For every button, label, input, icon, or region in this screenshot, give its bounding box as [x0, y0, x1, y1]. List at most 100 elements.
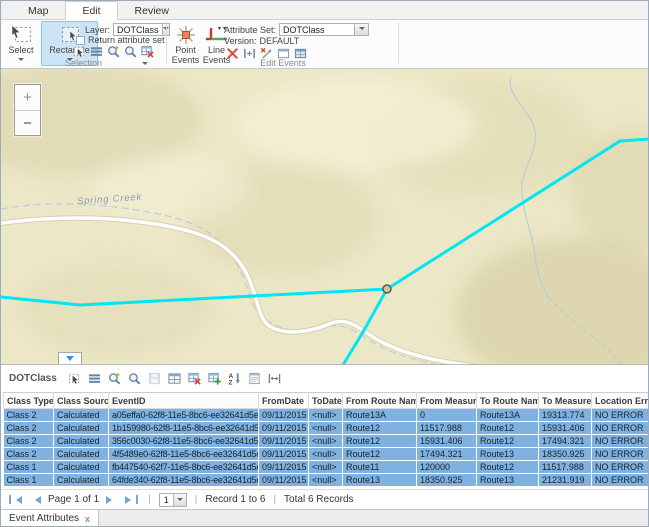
attribute-table: Class TypeClass SourceEventIDFromDateToD…: [3, 392, 649, 487]
table-row[interactable]: Class 2Calculateda05effa0-62f8-11e5-8bc6…: [4, 409, 649, 422]
table-cell: 09/11/2015: [259, 474, 309, 487]
save-icon[interactable]: [148, 372, 161, 385]
table-row[interactable]: Class 2Calculated4f5489e0-62f8-11e5-8bc6…: [4, 448, 649, 461]
table-cell: Calculated: [54, 435, 109, 448]
return-attribute-set-checkbox[interactable]: [76, 36, 85, 45]
table-cell: Calculated: [54, 474, 109, 487]
attribute-grid-wrap: Class TypeClass SourceEventIDFromDateToD…: [1, 392, 648, 487]
column-header[interactable]: FromDate: [259, 393, 309, 409]
attribute-grid-icon[interactable]: [168, 372, 181, 385]
select-cursor-icon: [9, 24, 33, 46]
selection-group-label: Selection: [1, 58, 166, 68]
zoom-selected-icon[interactable]: [108, 372, 121, 385]
table-cell: Class 2: [4, 448, 54, 461]
return-attribute-set-label: Return attribute set: [88, 35, 165, 45]
table-cell: 15931.406: [539, 422, 592, 435]
table-cell: 09/11/2015: [259, 461, 309, 474]
edit-events-group-label: Edit Events: [168, 58, 398, 68]
attribute-set-value: DOTClass: [280, 24, 354, 35]
table-cell: 09/11/2015: [259, 435, 309, 448]
panel-collapse-button[interactable]: [58, 352, 82, 364]
column-header[interactable]: To Route Name: [477, 393, 539, 409]
table-cell: fb447540-62f7-11e5-8bc6-ee32641d5ec9: [109, 461, 259, 474]
table-cell: Route12: [477, 435, 539, 448]
options-menu-icon[interactable]: [88, 372, 101, 385]
table-cell: NO ERROR: [592, 448, 649, 461]
select-features-icon[interactable]: [73, 45, 86, 58]
fit-columns-icon[interactable]: [268, 372, 281, 385]
table-cell: 1b159980-62f8-11e5-8bc6-ee32641d5ec9: [109, 422, 259, 435]
table-cell: 0: [417, 409, 477, 422]
zoom-out-button[interactable]: −: [15, 110, 40, 135]
page-number-select[interactable]: 1: [159, 493, 187, 507]
add-records-icon[interactable]: [208, 372, 221, 385]
table-cell: Class 1: [4, 461, 54, 474]
column-header[interactable]: From Measure: [417, 393, 477, 409]
delete-records-icon[interactable]: [188, 372, 201, 385]
version-value: DEFAULT: [260, 36, 300, 46]
table-cell: NO ERROR: [592, 435, 649, 448]
attribute-set-dropdown[interactable]: DOTClass: [279, 23, 369, 36]
table-row[interactable]: Class 2Calculated356c0030-62f8-11e5-8bc6…: [4, 435, 649, 448]
table-cell: <null>: [309, 435, 343, 448]
group-divider: [166, 23, 167, 63]
column-header[interactable]: Class Source: [54, 393, 109, 409]
map-zoom-control: + −: [14, 84, 41, 136]
first-page-button[interactable]: [7, 495, 24, 504]
page-number-value: 1: [160, 494, 173, 506]
table-cell: 11517.988: [539, 461, 592, 474]
group-divider: [398, 23, 399, 63]
table-cell: NO ERROR: [592, 474, 649, 487]
table-row[interactable]: Class 2Calculated1b159980-62f8-11e5-8bc6…: [4, 422, 649, 435]
form-view-icon[interactable]: [248, 372, 261, 385]
previous-page-button[interactable]: [29, 496, 43, 504]
table-cell: Class 2: [4, 435, 54, 448]
table-cell: Route12: [477, 422, 539, 435]
map-view[interactable]: Spring Creek + −: [1, 69, 649, 365]
table-cell: 18350.925: [539, 448, 592, 461]
table-cell: Route13: [477, 448, 539, 461]
table-row[interactable]: Class 1Calculatedfb447540-62f7-11e5-8bc6…: [4, 461, 649, 474]
point-events-icon: [174, 24, 198, 46]
column-header[interactable]: EventID: [109, 393, 259, 409]
pan-selected-icon[interactable]: [128, 372, 141, 385]
zoom-in-button[interactable]: +: [15, 85, 40, 110]
pan-to-selection-icon[interactable]: [124, 45, 137, 58]
select-records-icon[interactable]: [68, 372, 81, 385]
column-header[interactable]: ToDate: [309, 393, 343, 409]
tab-edit[interactable]: Edit: [65, 1, 117, 20]
tab-event-attributes-label: Event Attributes: [9, 513, 79, 524]
close-icon[interactable]: x: [85, 514, 90, 524]
column-header[interactable]: Location Error: [592, 393, 649, 409]
table-cell: Class 2: [4, 422, 54, 435]
dropdown-arrow-icon[interactable]: [173, 494, 186, 506]
clear-selection-icon[interactable]: [141, 45, 154, 58]
table-cell: a05effa0-62f8-11e5-8bc6-ee32641d5ec9: [109, 409, 259, 422]
table-cell: <null>: [309, 474, 343, 487]
svg-text:Z: Z: [228, 380, 232, 385]
column-header[interactable]: To Measure: [539, 393, 592, 409]
selection-options-icon[interactable]: [90, 45, 103, 58]
table-cell: 21231.919: [539, 474, 592, 487]
table-cell: 17494.321: [539, 435, 592, 448]
last-page-button[interactable]: [123, 495, 140, 504]
column-header[interactable]: Class Type: [4, 393, 54, 409]
next-page-button[interactable]: [104, 496, 118, 504]
sort-records-icon[interactable]: AZ: [228, 372, 241, 385]
table-cell: 120000: [417, 461, 477, 474]
table-row[interactable]: Class 1Calculated64fde340-62f8-11e5-8bc6…: [4, 474, 649, 487]
tab-review[interactable]: Review: [118, 1, 186, 19]
zoom-to-selection-icon[interactable]: [107, 45, 120, 58]
column-header[interactable]: From Route Name: [343, 393, 417, 409]
version-control: Version: DEFAULT: [224, 36, 299, 46]
tab-event-attributes[interactable]: Event Attributes x: [1, 510, 99, 527]
layer-dropdown-value: DOTClass: [114, 24, 162, 35]
table-cell: Calculated: [54, 461, 109, 474]
table-cell: <null>: [309, 448, 343, 461]
page-text: Page 1 of 1: [48, 494, 99, 505]
pager-separator: |: [195, 494, 198, 505]
table-cell: 4f5489e0-62f8-11e5-8bc6-ee32641d5ec9: [109, 448, 259, 461]
table-cell: Calculated: [54, 448, 109, 461]
tab-map[interactable]: Map: [11, 1, 65, 19]
dropdown-arrow-icon[interactable]: [354, 24, 368, 35]
